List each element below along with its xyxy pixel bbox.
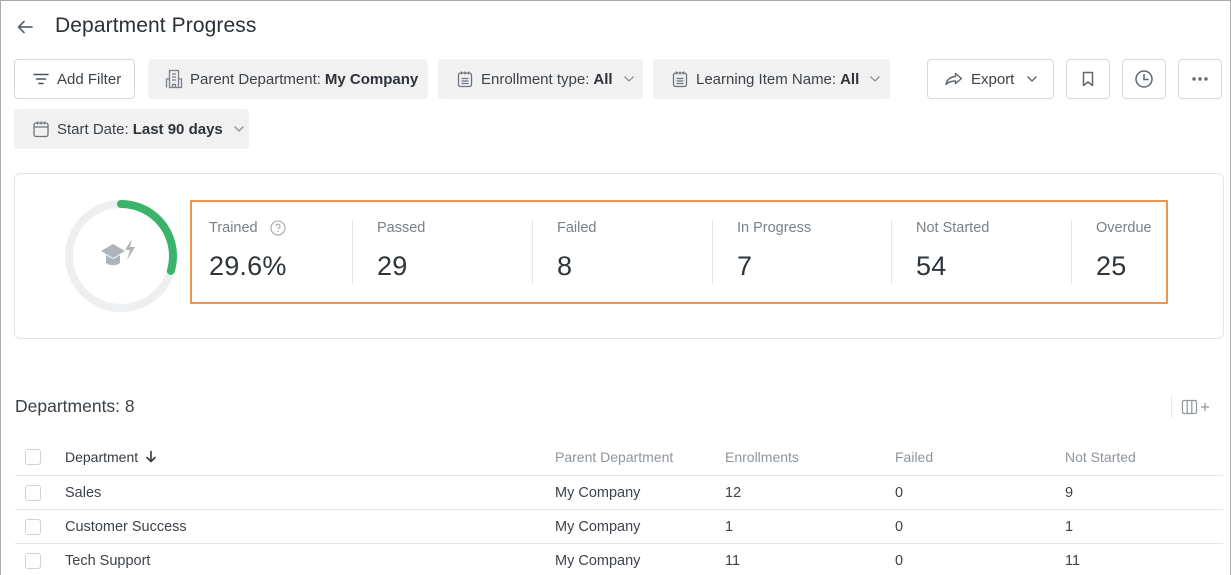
stat-label: In Progress [737, 220, 812, 236]
cell-department: Customer Success [65, 518, 187, 535]
enrollment-type-filter[interactable]: Enrollment type: All [438, 59, 643, 99]
select-all-checkbox[interactable] [25, 448, 41, 465]
stats-panel: Trained 29.6% Passed 29 Failed 8 In Prog… [190, 200, 1168, 304]
column-header-label: Department [65, 448, 139, 465]
chevron-down-icon [1026, 75, 1038, 83]
column-header-failed[interactable]: Failed [895, 449, 933, 465]
start-date-filter-label: Start Date: [57, 120, 129, 138]
enrollment-type-filter-value: All [593, 70, 613, 88]
stat-passed: Passed 29 [352, 220, 532, 284]
learning-item-name-filter-label: Learning Item Name: [696, 70, 837, 88]
departments-table: Department Parent Department Enrollments… [15, 438, 1223, 575]
stat-trained: Trained 29.6% [192, 220, 352, 284]
row-checkbox[interactable] [25, 552, 41, 569]
bookmark-icon [1082, 71, 1094, 87]
row-checkbox[interactable] [25, 484, 41, 501]
stat-value: 29 [377, 251, 408, 281]
more-options-button[interactable] [1178, 59, 1222, 99]
building-icon [165, 69, 183, 89]
column-header-parent-department[interactable]: Parent Department [555, 449, 673, 465]
trained-progress-donut [65, 200, 177, 312]
stat-value: 7 [737, 251, 753, 281]
sort-arrow-down-icon [145, 450, 157, 463]
page: Department Progress Add Filter Parent De… [0, 0, 1231, 575]
arrow-left-icon [17, 20, 33, 34]
cell-parent-department: My Company [555, 484, 641, 501]
stat-label: Overdue [1096, 220, 1152, 236]
calendar-list-icon [671, 70, 689, 88]
table-row[interactable]: Sales My Company 12 0 9 [15, 476, 1223, 510]
start-date-filter[interactable]: Start Date: Last 90 days [14, 109, 249, 149]
cell-enrollments: 11 [725, 552, 741, 569]
add-column-icon [1181, 399, 1209, 415]
cell-not-started: 11 [1065, 552, 1081, 569]
add-filter-button[interactable]: Add Filter [14, 59, 135, 99]
graduation-cap-icon [101, 239, 135, 266]
column-header-not-started[interactable]: Not Started [1065, 449, 1136, 465]
stat-failed: Failed 8 [532, 220, 712, 284]
stat-label: Failed [557, 220, 597, 236]
chevron-down-icon [869, 75, 881, 83]
help-icon[interactable] [270, 220, 286, 236]
cell-not-started: 1 [1065, 518, 1074, 535]
table-header-row: Department Parent Department Enrollments… [15, 438, 1223, 476]
cell-enrollments: 12 [725, 484, 742, 501]
stat-value: 29.6% [209, 251, 287, 281]
stat-value: 25 [1096, 251, 1127, 281]
parent-department-filter-label: Parent Department: [190, 70, 321, 88]
cell-department: Tech Support [65, 552, 151, 569]
filter-icon [32, 70, 50, 88]
history-button[interactable] [1122, 59, 1166, 99]
column-header-enrollments[interactable]: Enrollments [725, 449, 799, 465]
summary-card: Trained 29.6% Passed 29 Failed 8 In Prog… [14, 173, 1224, 339]
stat-value: 8 [557, 251, 573, 281]
calendar-icon [32, 120, 50, 138]
stat-overdue: Overdue 25 [1071, 220, 1166, 284]
stat-in-progress: In Progress 7 [712, 220, 891, 284]
enrollment-type-filter-label: Enrollment type: [481, 70, 590, 88]
calendar-list-icon [456, 70, 474, 88]
cell-department: Sales [65, 484, 102, 501]
table-row[interactable]: Tech Support My Company 11 0 11 [15, 544, 1223, 575]
clock-icon [1135, 70, 1153, 88]
share-arrow-icon [944, 70, 964, 88]
export-label: Export [971, 70, 1015, 88]
cell-failed: 0 [895, 484, 904, 501]
column-settings-button[interactable] [1171, 396, 1217, 418]
start-date-filter-value: Last 90 days [132, 120, 223, 138]
export-button[interactable]: Export [927, 59, 1054, 99]
cell-not-started: 9 [1065, 484, 1074, 501]
cell-failed: 0 [895, 518, 904, 535]
column-header-department[interactable]: Department [65, 449, 157, 465]
chevron-down-icon [623, 75, 635, 83]
stat-label: Not Started [916, 220, 990, 236]
cell-enrollments: 1 [725, 518, 734, 535]
page-title: Department Progress [55, 14, 257, 37]
parent-department-filter-value: My Company [324, 70, 419, 88]
row-checkbox[interactable] [25, 518, 41, 535]
add-filter-label: Add Filter [57, 70, 122, 88]
chevron-down-icon [233, 125, 245, 133]
cell-failed: 0 [895, 552, 904, 569]
table-title: Departments: 8 [15, 396, 135, 416]
learning-item-name-filter-value: All [840, 70, 860, 88]
more-horizontal-icon [1192, 77, 1208, 81]
back-button[interactable] [13, 15, 37, 39]
learning-item-name-filter[interactable]: Learning Item Name: All [653, 59, 890, 99]
cell-parent-department: My Company [555, 518, 641, 535]
stat-value: 54 [916, 251, 947, 281]
stat-not-started: Not Started 54 [891, 220, 1071, 284]
stat-label: Trained [209, 220, 258, 236]
cell-parent-department: My Company [555, 552, 641, 569]
bookmark-button[interactable] [1066, 59, 1110, 99]
table-row[interactable]: Customer Success My Company 1 0 1 [15, 510, 1223, 544]
stat-label: Passed [377, 220, 426, 236]
parent-department-filter[interactable]: Parent Department: My Company [148, 59, 428, 99]
